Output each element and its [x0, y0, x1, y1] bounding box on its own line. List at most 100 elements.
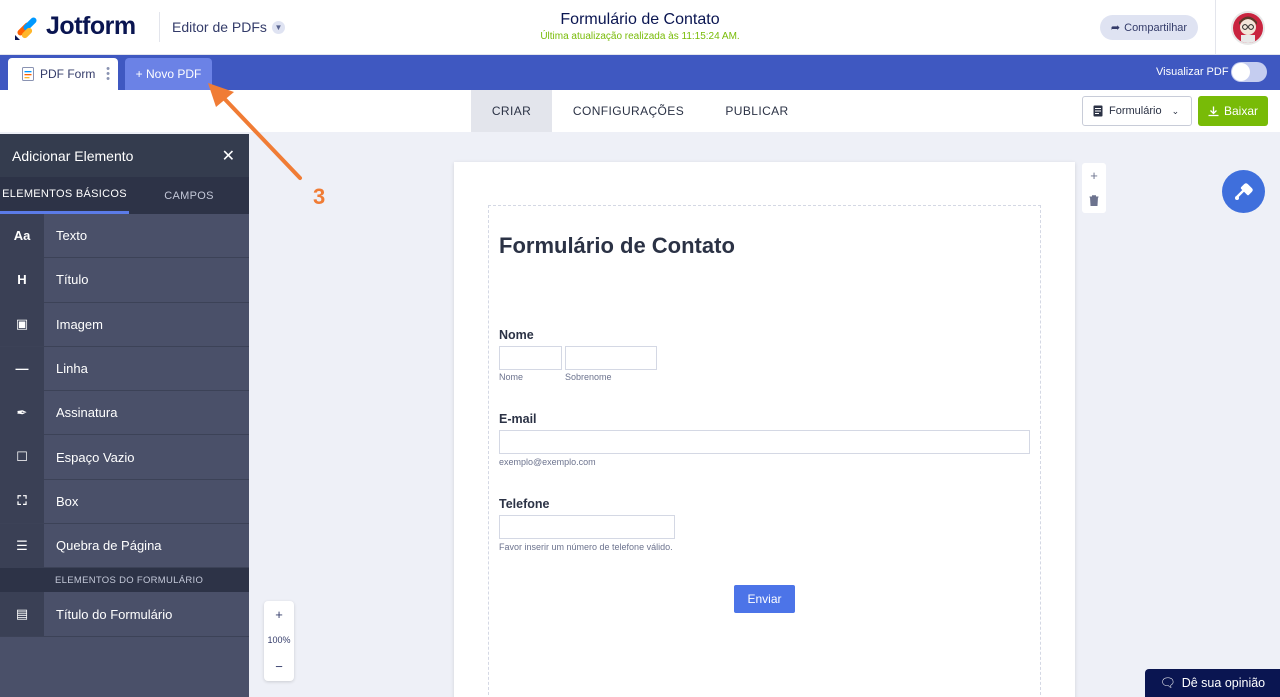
header-divider: [159, 12, 160, 42]
share-arrow-icon: ➦: [1110, 22, 1121, 34]
first-name-field[interactable]: [499, 346, 562, 370]
add-page-icon[interactable]: +: [1082, 163, 1106, 188]
form-element-area[interactable]: Formulário de Contato Nome Nome Sobrenom…: [488, 205, 1041, 697]
element-item-label: Título: [56, 272, 89, 288]
zoom-controls: + 100% −: [264, 601, 294, 681]
empty-space-icon: ☐: [0, 435, 44, 480]
download-button[interactable]: Baixar: [1198, 96, 1268, 126]
element-item-label: Título do Formulário: [56, 606, 173, 622]
phone-label: Telefone: [499, 497, 550, 511]
heading-icon: H: [0, 257, 44, 302]
download-icon: [1208, 106, 1219, 116]
form-title[interactable]: Formulário de Contato: [499, 233, 735, 259]
element-item-label: Texto: [56, 228, 88, 244]
email-label: E-mail: [499, 412, 537, 426]
last-name-field[interactable]: [565, 346, 657, 370]
element-item-basic-7[interactable]: ☰ Quebra de Página: [0, 523, 249, 569]
tab-pdf-form-label: PDF Form: [40, 67, 96, 81]
builder-nav: CRIAR CONFIGURAÇÕES PUBLICAR Formulário …: [0, 90, 1280, 132]
image-icon: ▣: [0, 302, 44, 347]
name-label: Nome: [499, 328, 534, 342]
element-item-basic-2[interactable]: ▣ Imagem: [0, 302, 249, 347]
line-icon: —: [0, 346, 44, 391]
element-item-label: Linha: [56, 361, 88, 377]
last-saved-status: Última atualização realizada às 11:15:24…: [540, 31, 740, 42]
text-icon: Aa: [0, 213, 44, 258]
form-elements-section-label: ELEMENTOS DO FORMULÁRIO: [0, 568, 249, 593]
close-icon[interactable]: ✕: [222, 146, 235, 166]
feedback-icon: 🗨: [1159, 675, 1176, 690]
element-item-basic-4[interactable]: ✒ Assinatura: [0, 390, 249, 436]
form-select-label: Formulário: [1109, 105, 1162, 117]
design-tool-button[interactable]: [1222, 170, 1265, 213]
add-element-panel: Adicionar Elemento ✕ ELEMENTOS BÁSICOS C…: [0, 134, 249, 697]
feedback-label: Dê sua opinião: [1181, 676, 1266, 690]
tab-publicar[interactable]: PUBLICAR: [713, 90, 801, 132]
element-item-basic-6[interactable]: ⛶ Box: [0, 479, 249, 525]
page-tools: +: [1082, 163, 1106, 213]
share-button[interactable]: ➦ Compartilhar: [1100, 15, 1198, 40]
logo-text: Jotform: [46, 12, 136, 40]
tab-basic-elements[interactable]: ELEMENTOS BÁSICOS: [0, 177, 129, 214]
zoom-level: 100%: [267, 635, 291, 645]
signature-icon: ✒: [0, 390, 44, 435]
share-label: Compartilhar: [1124, 21, 1188, 34]
panel-header: Adicionar Elemento ✕: [0, 134, 249, 177]
jotform-logo-icon: [15, 16, 37, 40]
preview-pdf-toggle[interactable]: [1231, 62, 1267, 82]
document-tabs-bar: PDF Form • • • + Novo PDF: [0, 55, 1280, 90]
element-item-label: Imagem: [56, 316, 103, 332]
avatar: [1231, 10, 1265, 45]
form-elements-list: ▤ Título do Formulário: [0, 592, 249, 637]
chevron-down-icon: ⌄: [1171, 105, 1180, 116]
pdf-page: Formulário de Contato Nome Nome Sobrenom…: [454, 162, 1075, 697]
product-switcher[interactable]: Editor de PDFs ▼: [172, 19, 285, 35]
form-title-icon: ▤: [0, 592, 44, 637]
tab-fields[interactable]: CAMPOS: [129, 177, 249, 214]
tab-criar[interactable]: CRIAR: [471, 90, 552, 132]
element-item-label: Espaço Vazio: [56, 449, 135, 465]
product-name: Editor de PDFs: [172, 19, 267, 35]
box-icon: ⛶: [0, 479, 44, 524]
element-item-basic-5[interactable]: ☐ Espaço Vazio: [0, 435, 249, 480]
kebab-menu-icon[interactable]: • • •: [106, 64, 110, 85]
zoom-out-button[interactable]: −: [264, 653, 294, 679]
zoom-in-button[interactable]: +: [264, 601, 294, 627]
tab-configuracoes[interactable]: CONFIGURAÇÕES: [563, 90, 694, 132]
tab-pdf-form[interactable]: PDF Form • • •: [8, 58, 118, 90]
element-item-form-0[interactable]: ▤ Título do Formulário: [0, 592, 249, 637]
paint-roller-icon: [1234, 182, 1253, 200]
new-pdf-button[interactable]: + Novo PDF: [125, 58, 212, 90]
email-hint: exemplo@exemplo.com: [499, 457, 596, 467]
form-document-icon: [1093, 105, 1103, 117]
element-item-label: Box: [56, 493, 79, 509]
avatar-illustration-icon: [1239, 16, 1257, 43]
jotform-logo[interactable]: Jotform: [14, 12, 136, 41]
document-title[interactable]: Formulário de Contato: [440, 11, 840, 29]
element-item-basic-1[interactable]: H Título: [0, 257, 249, 303]
first-name-hint: Nome: [499, 372, 524, 382]
top-header: Jotform Editor de PDFs ▼ Formulário de C…: [0, 0, 1280, 55]
submit-button[interactable]: Enviar: [734, 585, 795, 613]
panel-tabs: ELEMENTOS BÁSICOS CAMPOS: [0, 177, 249, 214]
preview-pdf-label: Visualizar PDF: [1156, 66, 1229, 78]
pdf-document-icon: [22, 67, 34, 81]
chevron-down-icon: ▼: [271, 20, 285, 34]
panel-title: Adicionar Elemento: [12, 147, 134, 164]
element-item-basic-3[interactable]: — Linha: [0, 346, 249, 392]
element-item-label: Assinatura: [56, 405, 118, 421]
user-menu[interactable]: [1215, 0, 1280, 55]
toggle-knob: [1232, 63, 1250, 81]
download-label: Baixar: [1223, 104, 1258, 118]
delete-page-icon[interactable]: [1082, 188, 1106, 213]
page-break-icon: ☰: [0, 523, 44, 568]
element-item-basic-0[interactable]: Aa Texto: [0, 213, 249, 259]
phone-hint: Favor inserir um número de telefone váli…: [499, 542, 673, 552]
email-field[interactable]: [499, 430, 1030, 454]
last-name-hint: Sobrenome: [565, 372, 612, 382]
form-select-dropdown[interactable]: Formulário ⌄: [1082, 96, 1192, 126]
annotation-step-number: 3: [313, 184, 326, 209]
element-item-label: Quebra de Página: [56, 538, 162, 554]
feedback-button[interactable]: 🗨 Dê sua opinião: [1145, 669, 1280, 697]
phone-field[interactable]: [499, 515, 675, 539]
